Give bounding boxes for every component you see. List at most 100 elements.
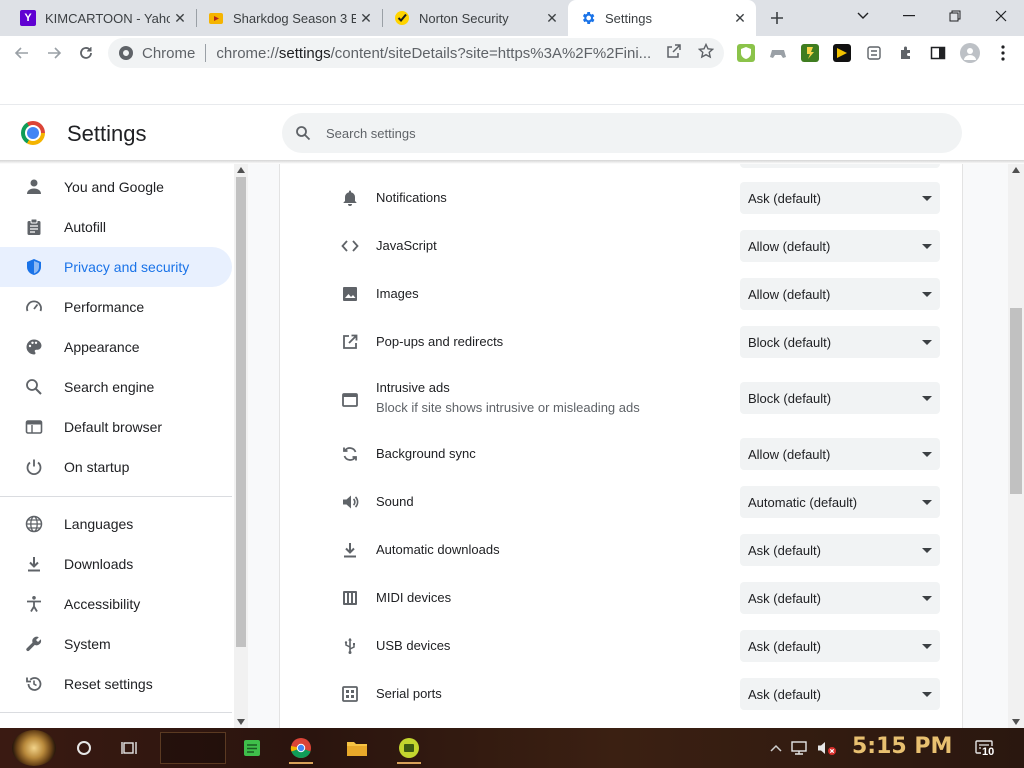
close-tab-icon[interactable]: ✕ — [170, 8, 190, 28]
tab-settings[interactable]: Settings ✕ — [568, 0, 756, 36]
permission-select[interactable]: Ask (default) — [740, 182, 940, 214]
permission-label: Sound — [376, 494, 414, 509]
back-button[interactable] — [8, 39, 36, 67]
sidebar-item-label: Performance — [64, 299, 145, 315]
page-scrollbar[interactable] — [1008, 164, 1024, 728]
permission-label: Background sync — [376, 446, 476, 461]
site-info-chip[interactable]: Chrome — [108, 45, 195, 62]
network-icon[interactable] — [790, 740, 808, 756]
profile-avatar-icon[interactable] — [960, 43, 980, 63]
scrollbar-thumb[interactable] — [1010, 308, 1022, 494]
taskbar-chrome-app[interactable] — [283, 732, 319, 764]
sidebar-item-on-startup[interactable]: On startup — [0, 447, 232, 487]
scroll-down-arrow-icon[interactable] — [1012, 719, 1020, 725]
permission-row-usb-devices: USB devices Ask (default) — [280, 630, 962, 662]
speaker-icon — [340, 492, 360, 512]
permission-select[interactable]: Automatic (default) — [740, 486, 940, 518]
sidebar-scrollbar[interactable] — [234, 164, 248, 728]
taskbar-notes-app[interactable] — [234, 732, 270, 764]
sidebar-item-search-engine[interactable]: Search engine — [0, 367, 232, 407]
extension-green-icon[interactable] — [801, 44, 819, 62]
extension-shield-icon[interactable] — [737, 44, 755, 62]
cortana-button[interactable] — [68, 732, 100, 764]
permission-select[interactable]: Ask (default) — [740, 534, 940, 566]
extensions-puzzle-icon[interactable] — [897, 44, 915, 62]
sidebar-item-performance[interactable]: Performance — [0, 287, 232, 327]
permission-row-automatic-downloads: Automatic downloads Ask (default) — [280, 534, 962, 566]
permission-select[interactable]: Ask (default) — [740, 630, 940, 662]
extension-play-icon[interactable] — [833, 44, 851, 62]
sidebar-item-default-browser[interactable]: Default browser — [0, 407, 232, 447]
bookmark-button[interactable] — [696, 41, 716, 61]
settings-search[interactable] — [282, 113, 962, 153]
scroll-up-arrow-icon[interactable] — [237, 167, 245, 173]
tab-search-button[interactable] — [840, 0, 886, 32]
volume-muted-icon[interactable] — [816, 740, 838, 756]
forward-button[interactable] — [40, 39, 68, 67]
minimize-button[interactable] — [886, 0, 932, 32]
close-tab-icon[interactable]: ✕ — [542, 8, 562, 28]
address-bar[interactable]: Chrome chrome://settings/content/siteDet… — [108, 38, 724, 68]
task-view-button[interactable] — [114, 732, 146, 764]
permission-select[interactable]: Allow (default) — [740, 438, 940, 470]
extension-gamepad-icon[interactable] — [769, 44, 787, 62]
start-button-icon[interactable] — [12, 730, 56, 766]
permission-select[interactable]: Block (default) — [740, 326, 940, 358]
restore-button[interactable] — [932, 0, 978, 32]
sidebar-item-downloads[interactable]: Downloads — [0, 544, 232, 584]
sidebar-item-autofill[interactable]: Autofill — [0, 207, 232, 247]
taskbar-app-green[interactable] — [391, 732, 427, 764]
sidebar-item-label: Reset settings — [64, 676, 153, 692]
close-tab-icon[interactable]: ✕ — [356, 8, 376, 28]
scroll-down-arrow-icon[interactable] — [237, 719, 245, 725]
search-input[interactable] — [326, 125, 926, 141]
show-hidden-icons-icon[interactable] — [770, 743, 782, 753]
sidebar-item-system[interactable]: System — [0, 624, 232, 664]
close-window-button[interactable] — [978, 0, 1024, 32]
reload-icon — [80, 47, 92, 59]
settings-sidebar: You and Google Autofill Privacy and secu… — [0, 164, 234, 728]
browser-toolbar: Chrome chrome://settings/content/siteDet… — [0, 36, 1024, 70]
permission-select[interactable]: Allow (default) — [740, 278, 940, 310]
extension-mask-icon[interactable] — [865, 44, 883, 62]
share-button[interactable] — [664, 41, 684, 61]
url-text[interactable]: chrome://settings/content/siteDetails?si… — [216, 45, 662, 62]
tab-kimcartoon[interactable]: Y KIMCARTOON - Yahoo ✕ — [8, 0, 196, 36]
scrollbar-thumb[interactable] — [236, 177, 246, 647]
side-panel-icon[interactable] — [929, 44, 947, 62]
accessibility-icon — [24, 594, 44, 614]
restore-icon — [949, 10, 961, 22]
code-icon — [340, 236, 360, 256]
sidebar-item-reset-settings[interactable]: Reset settings — [0, 664, 232, 704]
sidebar-item-label: Default browser — [64, 419, 163, 435]
permission-label: JavaScript — [376, 238, 437, 253]
select-value: Allow (default) — [748, 238, 831, 254]
permission-select[interactable]: Ask (default) — [740, 582, 940, 614]
permission-select[interactable]: Allow (default) — [740, 230, 940, 262]
permission-select[interactable]: Ask (default) — [740, 678, 940, 710]
sidebar-item-appearance[interactable]: Appearance — [0, 327, 232, 367]
sidebar-item-you-and-google[interactable]: You and Google — [0, 167, 232, 207]
reload-button[interactable] — [72, 39, 100, 67]
taskbar-search-bar[interactable] — [160, 732, 226, 764]
tab-sharkdog[interactable]: Sharkdog Season 3 Ep ✕ — [196, 0, 382, 36]
permission-select[interactable]: Block (default) — [740, 382, 940, 414]
sidebar-item-accessibility[interactable]: Accessibility — [0, 584, 232, 624]
close-tab-icon[interactable]: ✕ — [730, 8, 750, 28]
taskbar-clock[interactable]: 5:15 PM — [852, 734, 952, 759]
sidebar-item-label: Privacy and security — [64, 259, 190, 275]
dropdown-caret-icon — [922, 340, 932, 345]
menu-kebab-icon[interactable] — [994, 44, 1012, 62]
tab-norton[interactable]: Norton Security ✕ — [382, 0, 568, 36]
download-icon — [340, 540, 360, 560]
url-scheme: chrome:// — [216, 44, 279, 62]
scroll-up-arrow-icon[interactable] — [1012, 167, 1020, 173]
chevron-down-icon — [857, 12, 869, 19]
new-tab-button[interactable] — [764, 6, 790, 30]
minimize-icon — [903, 15, 915, 17]
sidebar-item-privacy-and-security[interactable]: Privacy and security — [0, 247, 232, 287]
action-center-button[interactable]: 10 — [974, 738, 996, 758]
chrome-icon — [290, 738, 311, 759]
taskbar-explorer-app[interactable] — [339, 732, 375, 764]
sidebar-item-languages[interactable]: Languages — [0, 504, 232, 544]
